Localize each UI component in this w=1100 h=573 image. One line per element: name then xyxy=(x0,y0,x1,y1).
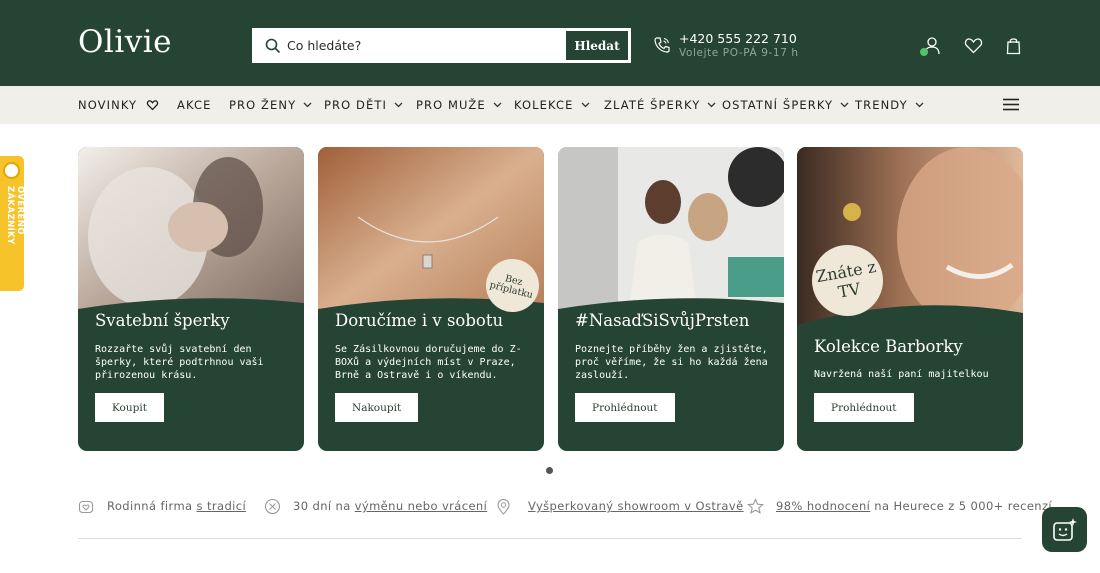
usp-link-tradition[interactable]: s tradicí xyxy=(197,499,247,513)
nav-item-pro-deti[interactable]: PRO DĚTI xyxy=(324,98,403,112)
nav-label: PRO MUŽE xyxy=(416,98,486,112)
nav-item-trendy[interactable]: TRENDY xyxy=(855,98,924,112)
search-button[interactable]: Hledat xyxy=(566,31,628,60)
nav-label: ZLATÉ ŠPERKY xyxy=(604,98,701,112)
usp-family-firm: Rodinná firma s tradicí xyxy=(78,497,250,515)
nav-label: PRO ŽENY xyxy=(229,98,297,112)
nav-label: TRENDY xyxy=(855,98,908,112)
login-status-dot xyxy=(920,48,928,56)
chat-widget-button[interactable] xyxy=(1042,507,1087,552)
nav-item-kolekce[interactable]: KOLEKCE xyxy=(514,98,590,112)
nav-label: OSTATNÍ ŠPERKY xyxy=(722,98,834,112)
usp-link-reviews[interactable]: 98% hodnocení xyxy=(776,499,870,513)
card-title: Svatební šperky xyxy=(95,311,230,330)
main-nav: NOVINKY AKCE PRO ŽENY PRO DĚTI PRO MUŽE … xyxy=(0,86,1100,124)
shop-button[interactable]: Nakoupit xyxy=(335,393,419,422)
card-title: #NasaďSiSvůjPrsten xyxy=(575,311,750,330)
promo-card-saturday-delivery[interactable]: Bez příplatku Doručíme i v sobotu Se Zás… xyxy=(318,147,544,451)
location-icon xyxy=(497,498,510,515)
carousel-dot[interactable] xyxy=(546,467,553,474)
return-icon xyxy=(264,498,281,514)
usp-text: na Heurece z 5 000+ recenzí xyxy=(874,499,1053,513)
nav-item-akce[interactable]: AKCE xyxy=(177,98,211,112)
divider xyxy=(78,538,1022,539)
usp-reviews: 98% hodnocení na Heurece z 5 000+ recenz… xyxy=(747,497,1052,515)
women-ring-photo xyxy=(558,147,784,317)
logo[interactable]: Olivie xyxy=(78,24,172,60)
chevron-down-icon xyxy=(840,102,849,108)
promo-card-ring-campaign[interactable]: #NasaďSiSvůjPrsten Poznejte příběhy žen … xyxy=(558,147,784,451)
promo-card-barborky-collection[interactable]: Znáte z TV Kolekce Barborky Navržená naš… xyxy=(797,147,1023,451)
chevron-down-icon xyxy=(707,102,716,108)
promo-card-wedding[interactable]: Svatební šperky Rozzařte svůj svatební d… xyxy=(78,147,304,451)
chevron-down-icon xyxy=(303,102,312,108)
card-title: Doručíme i v sobotu xyxy=(335,311,504,330)
card-description: Navržená naší paní majitelkou xyxy=(814,369,989,380)
chevron-down-icon xyxy=(493,102,502,108)
chevron-down-icon xyxy=(915,102,924,108)
card-title: Kolekce Barborky xyxy=(814,337,963,356)
usp-text: Rodinná firma xyxy=(107,499,193,513)
nav-label: NOVINKY xyxy=(78,98,138,112)
phone-icon xyxy=(654,37,670,53)
chevron-down-icon xyxy=(581,102,590,108)
phone-number[interactable]: +420 555 222 710 xyxy=(679,31,797,46)
hamburger-icon[interactable] xyxy=(1003,98,1019,111)
nav-item-pro-muze[interactable]: PRO MUŽE xyxy=(416,98,502,112)
nav-item-pro-zeny[interactable]: PRO ŽENY xyxy=(229,98,312,112)
chevron-down-icon xyxy=(394,102,403,108)
bag-icon[interactable] xyxy=(1004,36,1023,55)
verified-reviews-badge[interactable]: OVĚŘENO ZÁKAZNÍKY xyxy=(0,156,25,291)
search-icon xyxy=(265,38,281,53)
chat-sparkle-icon xyxy=(1053,518,1077,541)
star-icon xyxy=(747,497,764,514)
nav-item-ostatni-sperky[interactable]: OSTATNÍ ŠPERKY xyxy=(722,98,849,112)
verified-seal-icon xyxy=(3,162,20,179)
nav-item-novinky[interactable]: NOVINKY xyxy=(78,98,159,112)
view-button[interactable]: Prohlédnout xyxy=(575,393,675,422)
nav-label: PRO DĚTI xyxy=(324,98,387,112)
nav-label: AKCE xyxy=(177,98,212,112)
usp-link-returns[interactable]: výměnu nebo vrácení xyxy=(355,499,488,513)
search-bar: Hledat xyxy=(252,28,631,63)
heart-icon[interactable] xyxy=(964,36,983,55)
view-button[interactable]: Prohlédnout xyxy=(814,393,914,422)
verified-badge-text: OVĚŘENO ZÁKAZNÍKY xyxy=(5,186,25,245)
nav-label: KOLEKCE xyxy=(514,98,574,112)
wedding-photo xyxy=(78,147,304,317)
card-description: Rozzařte svůj svatební den šperky, které… xyxy=(95,344,264,381)
usp-returns: 30 dní na výměnu nebo vrácení xyxy=(264,497,491,515)
card-description: Poznejte příběhy žen a zjistěte, proč vě… xyxy=(575,344,768,381)
usp-text: 30 dní na xyxy=(293,499,351,513)
site-header: Olivie Hledat +420 555 222 710 Volejte P… xyxy=(0,0,1100,86)
heart-hand-icon xyxy=(78,500,94,513)
buy-button[interactable]: Koupit xyxy=(95,393,164,422)
search-input[interactable] xyxy=(281,30,566,61)
usp-showroom: Vyšperkovaný showroom v Ostravě xyxy=(495,497,748,515)
card-description: Se Zásilkovnou doručujeme do Z-BOXů a vý… xyxy=(335,344,522,381)
nav-item-zlate-sperky[interactable]: ZLATÉ ŠPERKY xyxy=(604,98,716,112)
phone-hours: Volejte PO-PÁ 9-17 h xyxy=(679,47,799,59)
usp-link-showroom[interactable]: Vyšperkovaný showroom v Ostravě xyxy=(528,499,744,513)
heart-icon xyxy=(146,100,159,111)
